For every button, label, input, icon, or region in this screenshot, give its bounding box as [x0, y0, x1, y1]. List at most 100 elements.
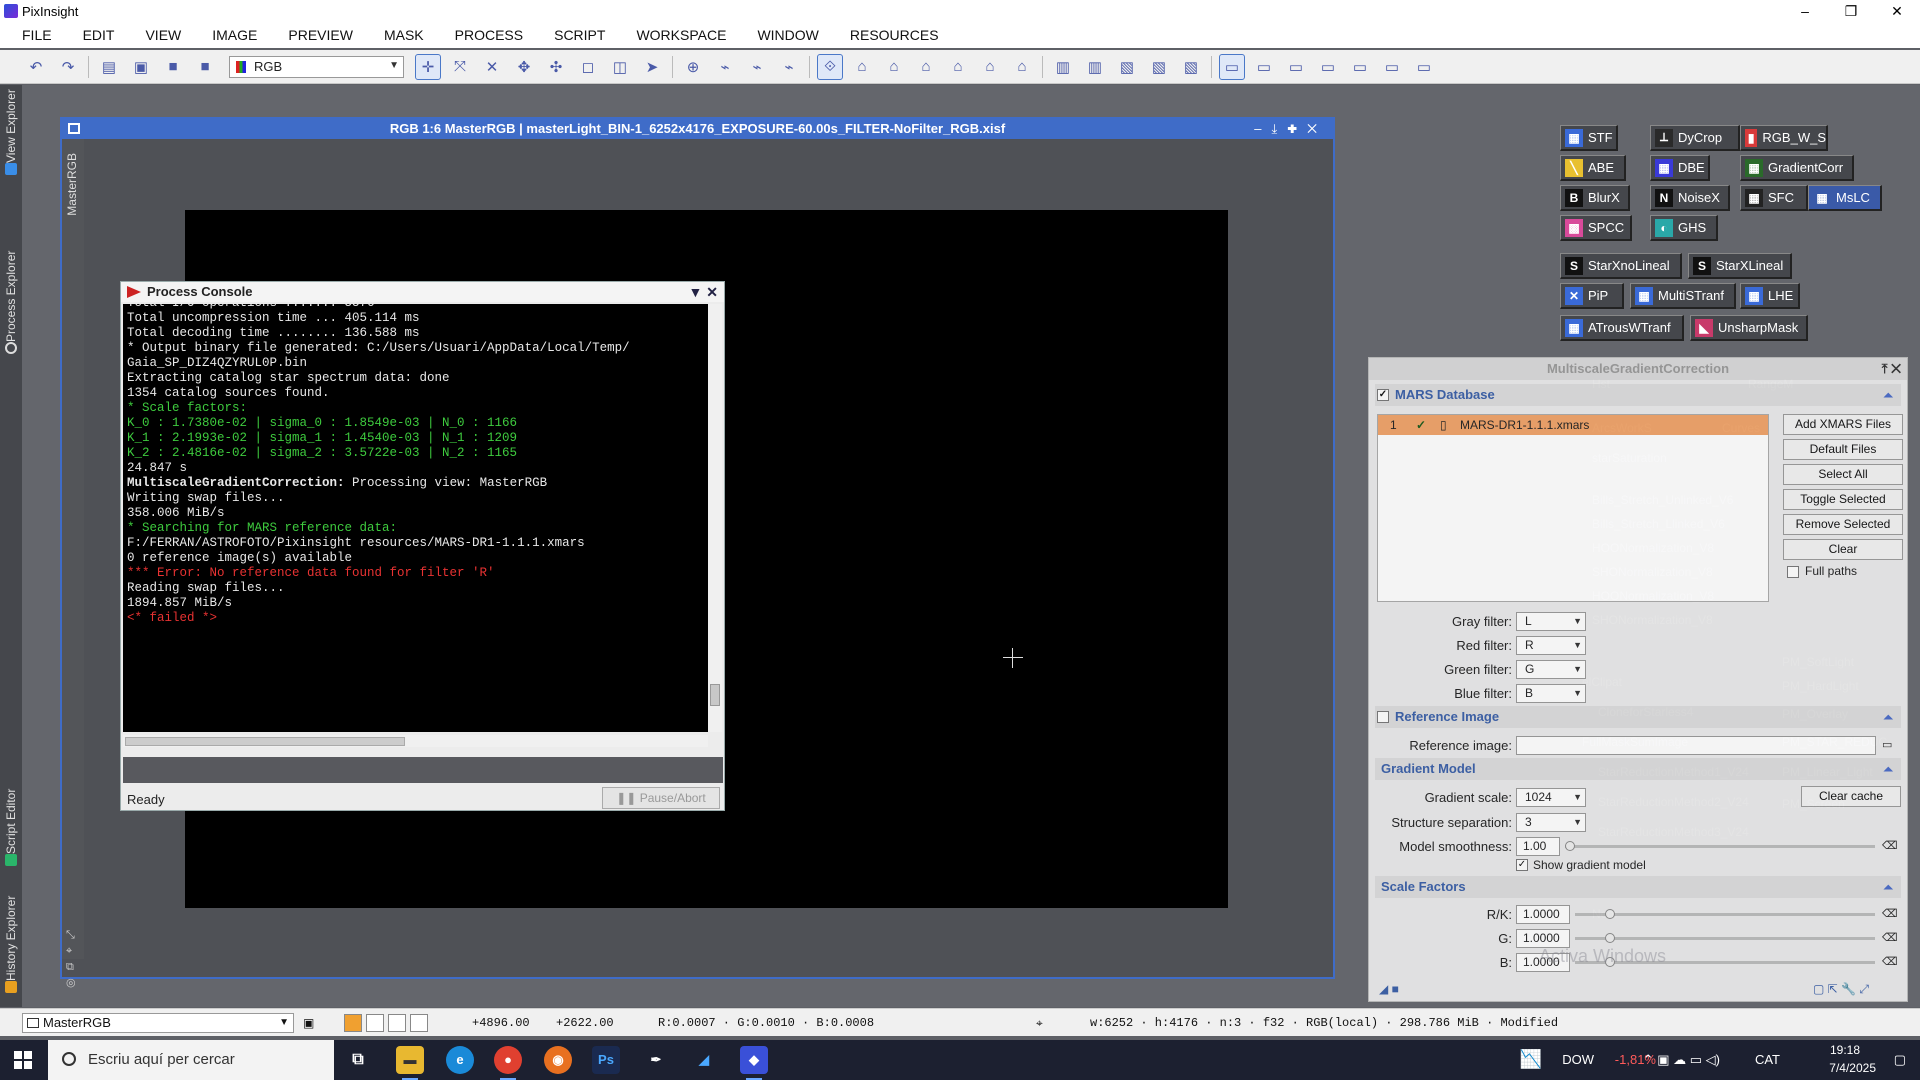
- console-command-input[interactable]: [123, 757, 723, 783]
- menu-process[interactable]: PROCESS: [455, 27, 523, 43]
- edge-icon[interactable]: e: [446, 1046, 474, 1074]
- reset-icon[interactable]: ⌫: [1882, 839, 1898, 852]
- save-as-icon[interactable]: ■: [193, 55, 217, 79]
- language-indicator[interactable]: CAT: [1755, 1052, 1780, 1067]
- list-item[interactable]: 1 ✓ ▯ MARS-DR1-1.1.1.xmars: [1378, 415, 1768, 435]
- process-icon-rgb_w_s[interactable]: ▮ RGB_W_S: [1740, 125, 1828, 151]
- reset-icon[interactable]: ⌫: [1882, 907, 1898, 920]
- collapse-icon[interactable]: ⏶: [1883, 758, 1893, 780]
- new-image-icon[interactable]: ▤: [97, 55, 121, 79]
- mgc-titlebar[interactable]: MultiscaleGradientCorrection ⤒ ✕: [1369, 358, 1907, 380]
- blue-filter-combo[interactable]: B ▼: [1516, 684, 1586, 703]
- pixinsight-taskbar-icon[interactable]: ◆: [740, 1046, 768, 1080]
- reference-enable-checkbox[interactable]: [1377, 711, 1389, 723]
- clear-button[interactable]: Clear: [1783, 539, 1903, 560]
- scale-rk-slider[interactable]: [1575, 909, 1875, 919]
- structure-separation-combo[interactable]: 3 ▼: [1516, 813, 1586, 832]
- tray-icons[interactable]: ⌃ ▣ ☁ ▭ ◁): [1643, 1052, 1720, 1068]
- full-paths-checkbox[interactable]: [1787, 566, 1799, 578]
- save-icon[interactable]: ■: [161, 55, 185, 79]
- slider-knob[interactable]: [1605, 909, 1615, 919]
- screen6-icon[interactable]: ▭: [1380, 55, 1404, 79]
- photoshop-icon[interactable]: Ps: [592, 1046, 620, 1074]
- mask-enable-icon[interactable]: ⌂: [946, 55, 970, 79]
- mgc-dialog[interactable]: MultiscaleGradientCorrection ⤒ ✕ ✓ MARS …: [1368, 357, 1908, 1002]
- chrome-icon[interactable]: ●: [494, 1046, 522, 1080]
- scale-g-slider[interactable]: [1575, 933, 1875, 943]
- image-window-title[interactable]: RGB 1:6 MasterRGB | masterLight_BIN-1_62…: [62, 119, 1333, 139]
- menu-resources[interactable]: RESOURCES: [850, 27, 939, 43]
- mars-section-header[interactable]: ✓ MARS Database ⏶: [1375, 384, 1901, 406]
- model-smoothness-slider[interactable]: [1565, 841, 1875, 851]
- center-icon[interactable]: ✣: [544, 55, 568, 79]
- menu-mask[interactable]: MASK: [384, 27, 424, 43]
- delete-preview-icon[interactable]: ⌁: [777, 55, 801, 79]
- console-titlebar[interactable]: Process Console ▼ ✕: [121, 282, 724, 302]
- reset-icon[interactable]: ⌫: [1882, 931, 1898, 944]
- stf-link-icon[interactable]: ▧: [1147, 55, 1171, 79]
- process-icon-dbe[interactable]: ▦ DBE: [1650, 155, 1710, 181]
- restore-button[interactable]: ❐: [1828, 0, 1874, 22]
- firefox-icon[interactable]: ◉: [544, 1046, 572, 1074]
- readout-mode-icon[interactable]: ✛: [415, 53, 441, 80]
- process-icon-stf[interactable]: ▦ STF: [1560, 125, 1618, 151]
- menu-file[interactable]: FILE: [22, 27, 52, 43]
- red-filter-combo[interactable]: R ▼: [1516, 636, 1586, 655]
- menu-preview[interactable]: PREVIEW: [288, 27, 353, 43]
- console-horizontal-scrollbar[interactable]: [123, 735, 708, 747]
- process-icon-starxlineal[interactable]: S StarXLineal: [1688, 253, 1792, 279]
- swatch-white[interactable]: [388, 1014, 406, 1032]
- model-smoothness-field[interactable]: 1.00: [1516, 837, 1560, 856]
- zoom-out-icon[interactable]: ✕: [480, 55, 504, 79]
- screen7-icon[interactable]: ▭: [1412, 55, 1436, 79]
- scale-factors-section-header[interactable]: Scale Factors ⏶: [1375, 876, 1901, 898]
- menu-edit[interactable]: EDIT: [83, 27, 115, 43]
- readout-crosshair-icon[interactable]: ⌖: [1036, 1016, 1043, 1031]
- mask-show-icon[interactable]: ⌂: [882, 55, 906, 79]
- task-view-icon[interactable]: ⧉: [344, 1046, 372, 1074]
- notifications-icon[interactable]: ▢: [1894, 1052, 1906, 1068]
- mars-enable-checkbox[interactable]: ✓: [1377, 389, 1389, 401]
- redo-icon[interactable]: ↷: [56, 55, 80, 79]
- clock-time[interactable]: 19:18: [1830, 1043, 1860, 1057]
- minimize-button[interactable]: –: [1782, 0, 1828, 22]
- pan-icon[interactable]: ✥: [512, 55, 536, 79]
- dialog-bottom-icons[interactable]: ▢ ⇱ 🔧 ⤢: [1813, 982, 1869, 997]
- process-icon-sfc[interactable]: ▦ SFC: [1740, 185, 1808, 211]
- collapse-icon[interactable]: ⏶: [1883, 384, 1893, 406]
- select-all-button[interactable]: Select All: [1783, 464, 1903, 485]
- image-window-controls[interactable]: –⤓✚✕: [1254, 119, 1327, 139]
- process-icon-gradientcorr[interactable]: ▦ GradientCorr: [1740, 155, 1854, 181]
- reference-section-header[interactable]: Reference Image ⏶: [1375, 706, 1901, 728]
- process-icon-pip[interactable]: ✕ PiP: [1560, 283, 1624, 309]
- gradient-section-header[interactable]: Gradient Model ⏶: [1375, 758, 1901, 780]
- process-icon-mslc[interactable]: ▦ MsLC: [1808, 185, 1882, 211]
- slider-knob[interactable]: [1605, 933, 1615, 943]
- real-time-preview-icon[interactable]: ⟐: [817, 53, 843, 80]
- clear-cache-button[interactable]: Clear cache: [1801, 786, 1901, 807]
- process-icon-multistranf[interactable]: ▦ MultiSTranf: [1630, 283, 1736, 309]
- mask-remove-icon[interactable]: ⌂: [1010, 55, 1034, 79]
- panel-icon[interactable]: ▣: [303, 1016, 314, 1030]
- add-xmars-files-button[interactable]: Add XMARS Files: [1783, 414, 1903, 435]
- mask-apply-icon[interactable]: ⌂: [978, 55, 1002, 79]
- screen2-icon[interactable]: ▭: [1252, 55, 1276, 79]
- select-icon[interactable]: ➤: [640, 55, 664, 79]
- windows-start-icon[interactable]: [14, 1051, 32, 1069]
- gray-filter-combo[interactable]: L ▼: [1516, 612, 1586, 631]
- fit-window-icon[interactable]: ◫: [608, 55, 632, 79]
- channel-combo[interactable]: RGB ▼: [229, 55, 404, 78]
- stf-reset-icon[interactable]: ▧: [1179, 55, 1203, 79]
- scroll-thumb[interactable]: [125, 737, 405, 746]
- process-icon-lhe[interactable]: ▦ LHE: [1740, 283, 1800, 309]
- process-icon-spcc[interactable]: ▩ SPCC: [1560, 215, 1632, 241]
- process-icon-noisex[interactable]: N NoiseX: [1650, 185, 1730, 211]
- menu-workspace[interactable]: WORKSPACE: [636, 27, 726, 43]
- mgc-controls[interactable]: ⤒ ✕: [1882, 358, 1901, 380]
- toggle-selected-button[interactable]: Toggle Selected: [1783, 489, 1903, 510]
- process-icon-starxnolineal[interactable]: S StarXnoLineal: [1560, 253, 1682, 279]
- tab-process-explorer[interactable]: Process Explorer: [2, 195, 20, 415]
- console-vertical-scrollbar[interactable]: [708, 304, 722, 732]
- default-files-button[interactable]: Default Files: [1783, 439, 1903, 460]
- process-icon-dycrop[interactable]: ⟂ DyCrop: [1650, 125, 1740, 151]
